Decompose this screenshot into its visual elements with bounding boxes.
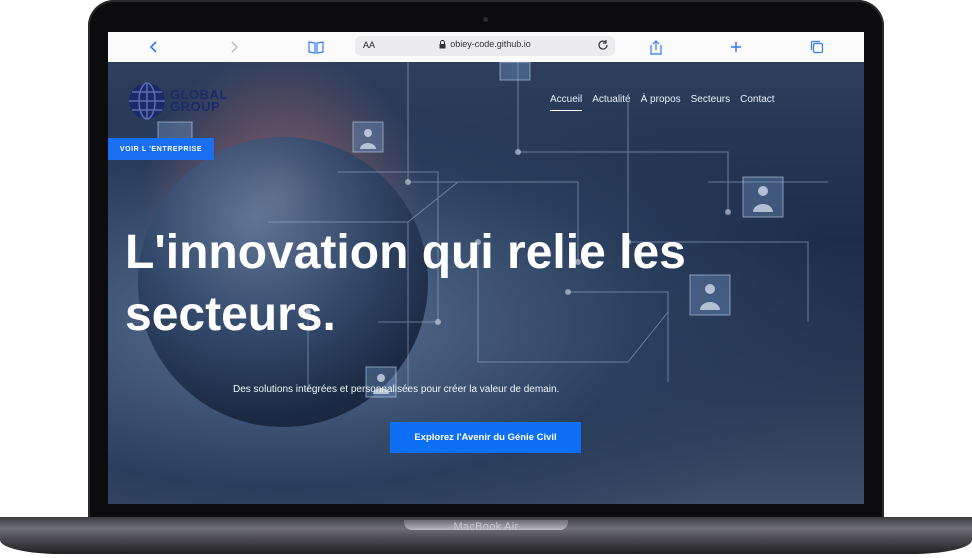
hero-section: GLOBAL GROUP Accueil Actualité À propos … <box>108 62 864 504</box>
safari-toolbar: AA obiey-code.github.io <box>108 32 864 63</box>
nav-item-contact[interactable]: Contact <box>740 94 774 111</box>
hero-tagline: Des solutions intégrées et personnalisée… <box>233 384 560 395</box>
global-group-logo[interactable]: GLOBAL GROUP <box>127 81 228 121</box>
bookmarks-icon[interactable] <box>304 36 328 58</box>
back-icon[interactable] <box>142 36 166 58</box>
headline-line1: L'innovation qui relie les <box>125 226 686 279</box>
camera-icon <box>483 17 488 22</box>
reload-icon[interactable] <box>597 39 609 51</box>
voir-entreprise-button[interactable]: VOIR L 'ENTREPRISE <box>108 138 214 160</box>
tabs-icon[interactable] <box>805 36 829 58</box>
new-tab-icon[interactable] <box>724 36 748 58</box>
nav-item-actualite[interactable]: Actualité <box>592 94 630 111</box>
device-label: MacBook Air <box>453 521 519 533</box>
nav-item-accueil[interactable]: Accueil <box>550 94 583 111</box>
laptop-screen: AA obiey-code.github.io GLOBAL GROUP Acc… <box>108 32 864 504</box>
forward-icon[interactable] <box>222 36 246 58</box>
explore-cta-button[interactable]: Explorez l'Avenir du Génie Civil <box>390 422 581 453</box>
lock-icon <box>439 39 446 48</box>
main-nav: Accueil Actualité À propos Secteurs Cont… <box>550 94 775 111</box>
globe-logo-icon <box>129 82 165 120</box>
headline-line2: secteurs. <box>125 288 336 341</box>
url-text: obiey-code.github.io <box>450 39 531 49</box>
share-icon[interactable] <box>644 36 668 58</box>
hero-headline: L'innovation qui relie les secteurs. <box>125 222 686 346</box>
logo-line2: GROUP <box>170 99 221 114</box>
nav-item-secteurs[interactable]: Secteurs <box>691 94 730 111</box>
nav-item-a-propos[interactable]: À propos <box>641 94 681 111</box>
address-bar[interactable]: AA obiey-code.github.io <box>355 36 615 56</box>
